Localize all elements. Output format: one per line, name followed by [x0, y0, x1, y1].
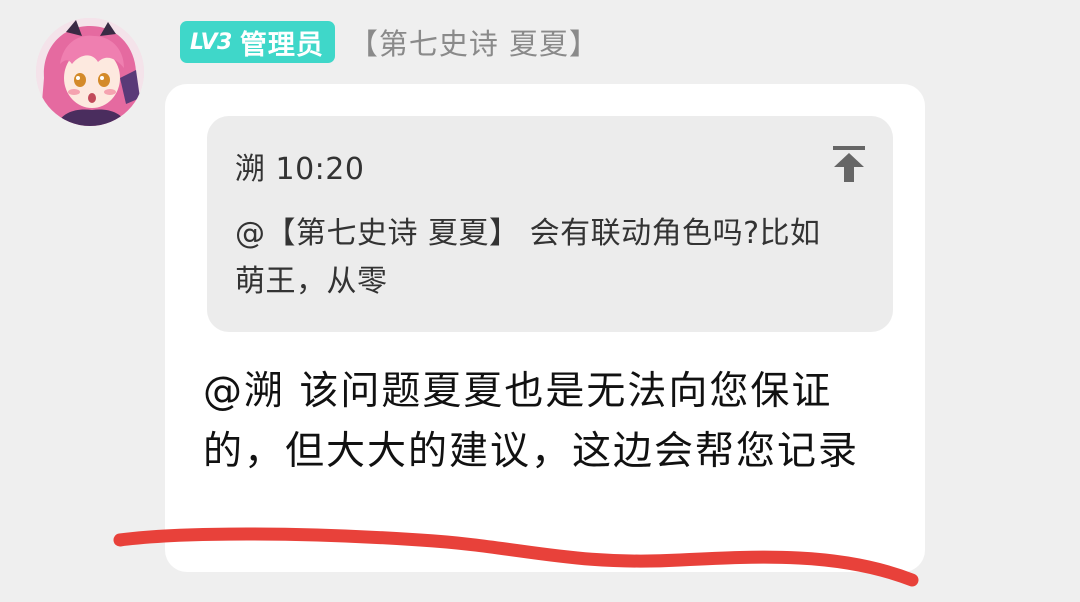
quote-header: 溯 10:20 [235, 144, 364, 188]
badge-role: 管理员 [239, 29, 324, 61]
message-bubble[interactable]: 溯 10:20 @【第七史诗 夏夏】 会有联动角色吗?比如萌王，从零 @溯 该问题… [165, 84, 925, 572]
avatar[interactable] [36, 18, 144, 126]
badge-level: LV3 [190, 29, 232, 55]
quote-text: @【第七史诗 夏夏】 会有联动角色吗?比如萌王，从零 [235, 216, 821, 299]
jump-to-top-icon[interactable] [831, 144, 867, 184]
level-badge: LV3 管理员 [180, 21, 335, 63]
sender-name[interactable]: 【第七史诗 夏夏】 [349, 21, 599, 63]
avatar-image [36, 18, 144, 126]
quote-author: 溯 [235, 152, 266, 187]
message-text: @溯 该问题夏夏也是无法向您保证的，但大大的建议，这边会帮您记录 [203, 369, 860, 474]
quoted-message[interactable]: 溯 10:20 @【第七史诗 夏夏】 会有联动角色吗?比如萌王，从零 [207, 116, 893, 332]
sender-header: LV3 管理员 【第七史诗 夏夏】 [180, 20, 599, 64]
quote-time: 10:20 [275, 152, 365, 187]
